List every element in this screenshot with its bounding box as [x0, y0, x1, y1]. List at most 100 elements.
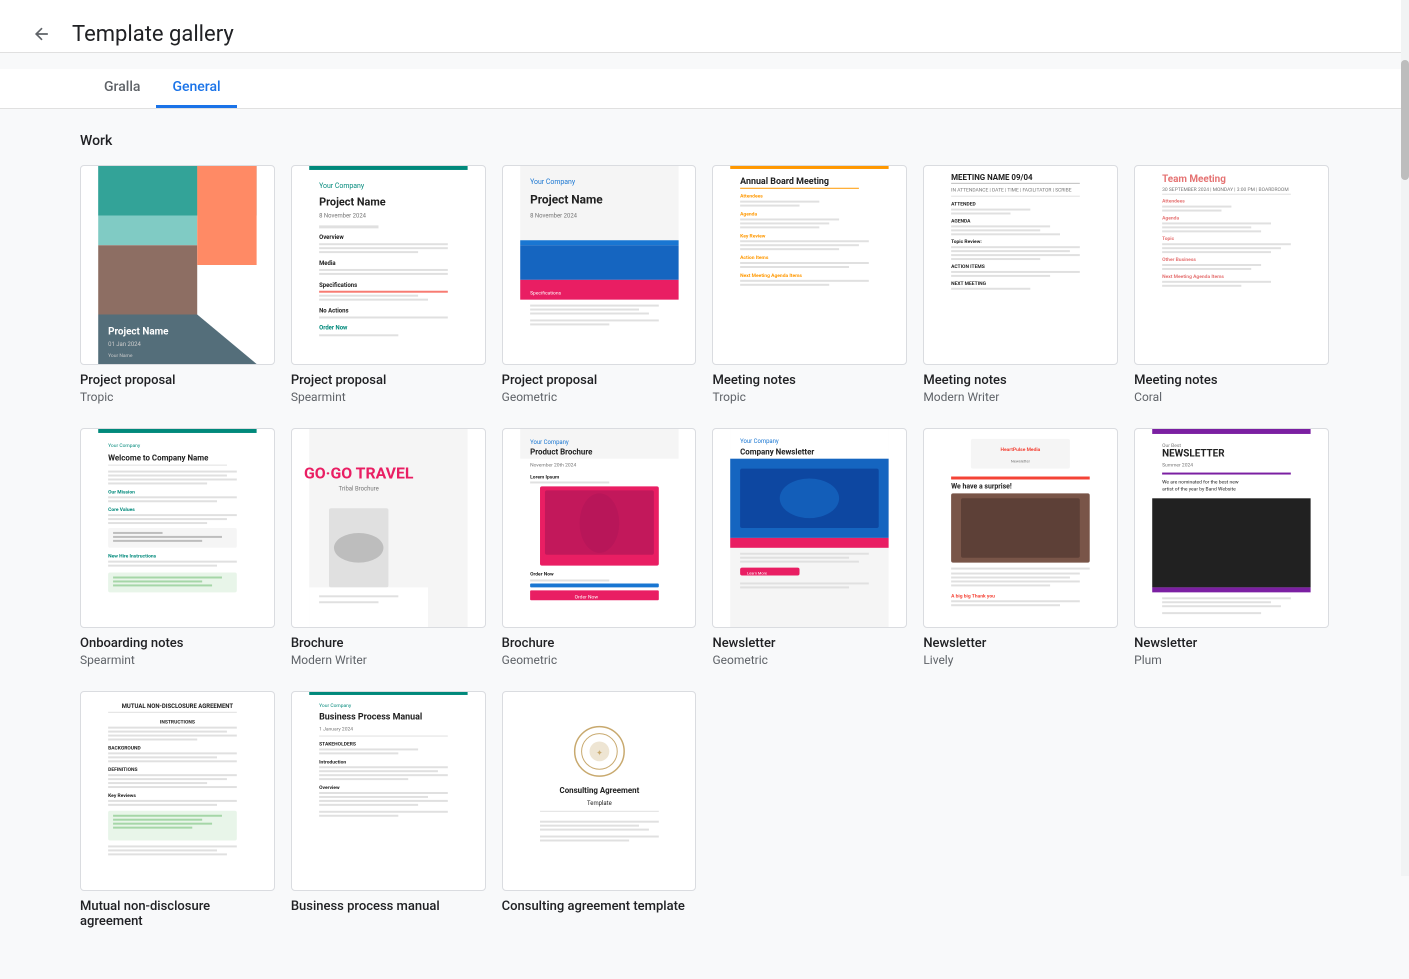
svg-text:AGENDA: AGENDA: [951, 218, 971, 224]
svg-text:Newsletter: Newsletter: [1011, 459, 1031, 464]
svg-text:Topic: Topic: [1162, 236, 1175, 242]
tabs-container: Gralla General: [0, 69, 1409, 109]
svg-text:Project Name: Project Name: [108, 326, 169, 337]
svg-text:artist of the year by Band Web: artist of the year by Band Website: [1162, 485, 1236, 492]
svg-text:Next Meeting Agenda Items: Next Meeting Agenda Items: [1162, 274, 1224, 280]
svg-text:Team Meeting: Team Meeting: [1162, 174, 1226, 185]
template-card-business-process[interactable]: Your Company Business Process Manual 1 J…: [291, 691, 486, 931]
template-card-brochure-modern[interactable]: GO·GO TRAVEL Tribal Brochure Brochure Mo…: [291, 428, 486, 667]
template-sub-meeting-tropic: Tropic: [712, 390, 907, 404]
tab-general[interactable]: General: [156, 69, 236, 108]
template-card-newsletter-geometric[interactable]: Your Company Company Newsletter Learn Mo…: [712, 428, 907, 667]
svg-text:ACTION ITEMS: ACTION ITEMS: [951, 264, 985, 270]
template-name-brochure-geometric: Brochure: [502, 636, 697, 651]
template-sub-onboarding: Spearmint: [80, 653, 275, 667]
template-sub-meeting-modern: Modern Writer: [923, 390, 1118, 404]
svg-text:8 November 2024: 8 November 2024: [319, 212, 367, 219]
template-sub-project-spearmint: Spearmint: [291, 390, 486, 404]
svg-text:STAKEHOLDERS: STAKEHOLDERS: [319, 741, 356, 747]
svg-text:Annual Board Meeting: Annual Board Meeting: [741, 177, 830, 187]
svg-text:HeartPulse Media: HeartPulse Media: [1001, 447, 1041, 453]
svg-text:NEXT MEETING: NEXT MEETING: [951, 281, 986, 287]
svg-text:Company Newsletter: Company Newsletter: [741, 448, 815, 457]
svg-text:✦: ✦: [596, 748, 603, 757]
template-card-consulting[interactable]: ✦ Consulting Agreement Template Consulti…: [502, 691, 697, 931]
svg-text:Your Company: Your Company: [108, 443, 141, 449]
svg-text:Agenda: Agenda: [741, 212, 758, 218]
svg-text:ATTENDED: ATTENDED: [951, 202, 976, 208]
back-button[interactable]: [24, 16, 60, 52]
svg-text:Consulting Agreement: Consulting Agreement: [559, 786, 639, 795]
svg-text:New Hire Instructions: New Hire Instructions: [108, 554, 157, 560]
template-name-brochure-modern: Brochure: [291, 636, 486, 651]
template-name-newsletter-geometric: Newsletter: [712, 636, 907, 651]
template-card-meeting-coral[interactable]: Team Meeting 30 SEPTEMBER 2024 | MONDAY …: [1134, 165, 1329, 404]
svg-text:Overview: Overview: [319, 785, 340, 791]
page-title: Template gallery: [72, 22, 1385, 47]
template-card-meeting-tropic[interactable]: Annual Board Meeting Attendees Agenda Ke…: [712, 165, 907, 404]
svg-text:Key Review: Key Review: [741, 233, 767, 239]
svg-text:Project Name: Project Name: [530, 193, 603, 207]
template-card-project-proposal-spearmint[interactable]: Your Company Project Name 8 November 202…: [291, 165, 486, 404]
svg-text:November 20th 2024: November 20th 2024: [530, 463, 576, 469]
svg-text:Next Meeting Agenda Items: Next Meeting Agenda Items: [741, 273, 803, 279]
svg-text:Agenda: Agenda: [1162, 215, 1179, 221]
template-card-project-proposal-tropic[interactable]: Project Name 01 Jan 2024 Your Name Proje…: [80, 165, 275, 404]
template-sub-project-tropic: Tropic: [80, 390, 275, 404]
template-sub-newsletter-plum: Plum: [1134, 653, 1329, 667]
svg-text:Summer 2024: Summer 2024: [1162, 463, 1193, 469]
template-grid-row1: Project Name 01 Jan 2024 Your Name Proje…: [80, 165, 1329, 404]
content-area: Work Project Name 01 Jan 2024 Your Name …: [0, 109, 1409, 979]
svg-text:Order Now: Order Now: [319, 324, 348, 331]
template-name-business-process: Business process manual: [291, 899, 486, 914]
svg-text:8 November 2024: 8 November 2024: [530, 212, 578, 219]
svg-text:Product Brochure: Product Brochure: [530, 448, 593, 457]
svg-text:INSTRUCTIONS: INSTRUCTIONS: [160, 720, 195, 726]
template-card-project-proposal-geometric[interactable]: Your Company Project Name 8 November 202…: [502, 165, 697, 404]
template-grid-row3: MUTUAL NON-DISCLOSURE AGREEMENT INSTRUCT…: [80, 691, 1329, 931]
template-card-newsletter-lively[interactable]: HeartPulse Media Newsletter We have a su…: [923, 428, 1118, 667]
tab-gralla[interactable]: Gralla: [88, 69, 156, 108]
svg-text:No Actions: No Actions: [319, 308, 348, 315]
svg-text:NEWSLETTER: NEWSLETTER: [1162, 449, 1225, 460]
scrollbar[interactable]: [1401, 0, 1409, 876]
template-name-newsletter-lively: Newsletter: [923, 636, 1118, 651]
svg-text:01 Jan 2024: 01 Jan 2024: [108, 341, 141, 348]
svg-text:Welcome to Company Name: Welcome to Company Name: [108, 454, 209, 463]
svg-text:Project Name: Project Name: [319, 196, 386, 209]
template-card-brochure-geometric[interactable]: Your Company Product Brochure November 2…: [502, 428, 697, 667]
scrollbar-thumb[interactable]: [1401, 60, 1409, 180]
template-name-newsletter-plum: Newsletter: [1134, 636, 1329, 651]
template-sub-newsletter-geometric: Geometric: [712, 653, 907, 667]
svg-text:Overview: Overview: [319, 234, 344, 241]
svg-text:Key Reviews: Key Reviews: [108, 793, 136, 799]
svg-text:Lorem Ipsum: Lorem Ipsum: [530, 475, 560, 481]
svg-text:Your Company: Your Company: [319, 703, 352, 709]
template-sub-newsletter-lively: Lively: [923, 653, 1118, 667]
svg-text:Your Company: Your Company: [319, 182, 365, 190]
template-card-nda[interactable]: MUTUAL NON-DISCLOSURE AGREEMENT INSTRUCT…: [80, 691, 275, 931]
template-sub-meeting-coral: Coral: [1134, 390, 1329, 404]
template-card-meeting-modern[interactable]: MEETING NAME 09/04 IN ATTENDANCE | DATE …: [923, 165, 1118, 404]
svg-text:Your Company: Your Company: [530, 439, 569, 446]
svg-text:Core Values: Core Values: [108, 507, 135, 513]
svg-text:We are nominated for the best: We are nominated for the best new: [1162, 478, 1239, 485]
svg-text:Action Items: Action Items: [741, 255, 770, 261]
template-grid-row2: Your Company Welcome to Company Name Our…: [80, 428, 1329, 667]
svg-text:Other Business: Other Business: [1162, 257, 1196, 263]
svg-text:Tribal Brochure: Tribal Brochure: [339, 485, 379, 492]
header: Template gallery: [0, 0, 1409, 53]
template-sub-brochure-geometric: Geometric: [502, 653, 697, 667]
svg-text:Media: Media: [319, 260, 336, 267]
template-sub-brochure-modern: Modern Writer: [291, 653, 486, 667]
svg-text:Order Now: Order Now: [530, 572, 554, 578]
template-name-meeting-modern: Meeting notes: [923, 373, 1118, 388]
svg-text:IN ATTENDANCE | DATE | TIME |: IN ATTENDANCE | DATE | TIME | FACILITATO…: [951, 188, 1072, 194]
section-title-work: Work: [80, 133, 1329, 149]
svg-text:Your Name: Your Name: [108, 353, 133, 359]
template-card-onboarding[interactable]: Your Company Welcome to Company Name Our…: [80, 428, 275, 667]
template-card-newsletter-plum[interactable]: Our Best NEWSLETTER Summer 2024 We are n…: [1134, 428, 1329, 667]
svg-text:Learn More: Learn More: [748, 571, 768, 576]
svg-text:Specifications: Specifications: [319, 282, 357, 289]
svg-text:Order Now: Order Now: [574, 594, 598, 600]
